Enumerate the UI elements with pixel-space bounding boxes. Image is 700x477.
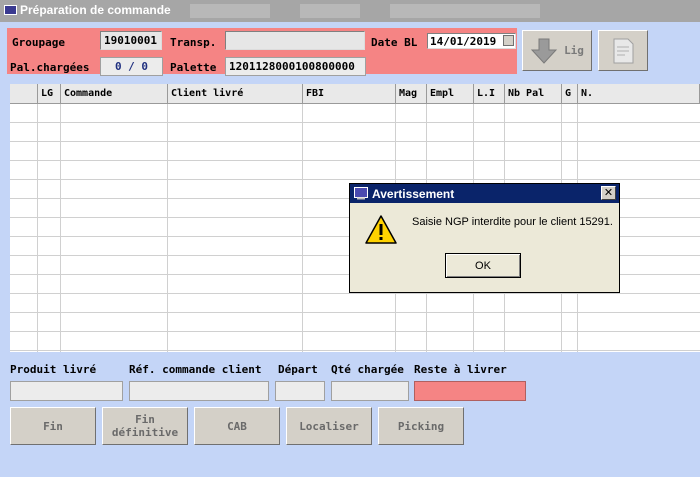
lig-button[interactable]: Lig bbox=[522, 30, 592, 71]
column-header[interactable]: Commande bbox=[61, 84, 168, 104]
groupage-label: Groupage bbox=[12, 36, 65, 49]
column-header[interactable]: FBI bbox=[303, 84, 396, 104]
localiser-button[interactable]: Localiser bbox=[286, 407, 372, 445]
reste-label: Reste à livrer bbox=[414, 363, 507, 376]
ref-commande-field[interactable] bbox=[129, 381, 269, 401]
transp-field[interactable] bbox=[225, 31, 365, 50]
table-row[interactable] bbox=[10, 142, 700, 161]
table-row[interactable] bbox=[10, 123, 700, 142]
column-header[interactable]: Empl bbox=[427, 84, 474, 104]
warning-dialog: Avertissement ✕ Saisie NGP interdite pou… bbox=[349, 183, 620, 293]
ok-button[interactable]: OK bbox=[445, 253, 521, 278]
pal-chargees-field: 0 / 0 bbox=[100, 57, 163, 76]
fin-button[interactable]: Fin bbox=[10, 407, 96, 445]
picking-button[interactable]: Picking bbox=[378, 407, 464, 445]
column-header[interactable]: G bbox=[562, 84, 578, 104]
window-titlebar: Préparation de commande bbox=[0, 0, 700, 22]
column-header[interactable]: LG bbox=[38, 84, 61, 104]
column-divider bbox=[60, 104, 61, 352]
depart-field[interactable] bbox=[275, 381, 325, 401]
blurred-region bbox=[300, 4, 360, 18]
column-divider bbox=[37, 104, 38, 352]
table-row[interactable] bbox=[10, 313, 700, 332]
date-bl-value: 14/01/2019 bbox=[430, 35, 497, 48]
column-header[interactable]: Mag bbox=[396, 84, 427, 104]
qte-chargee-field[interactable] bbox=[331, 381, 409, 401]
fin-definitive-button[interactable]: Fin définitive bbox=[102, 407, 188, 445]
dialog-message: Saisie NGP interdite pour le client 1529… bbox=[412, 216, 613, 228]
dialog-titlebar: Avertissement ✕ bbox=[350, 184, 619, 203]
produit-livre-label: Produit livré bbox=[10, 363, 97, 376]
table-row[interactable] bbox=[10, 294, 700, 313]
column-header[interactable] bbox=[10, 84, 38, 104]
cab-button[interactable]: CAB bbox=[194, 407, 280, 445]
column-header[interactable]: Client livré bbox=[168, 84, 303, 104]
depart-label: Départ bbox=[278, 363, 318, 376]
qte-chargee-label: Qté chargée bbox=[331, 363, 404, 376]
blurred-region bbox=[190, 4, 270, 18]
palette-label: Palette bbox=[170, 61, 217, 74]
warning-icon bbox=[365, 215, 397, 244]
date-bl-field[interactable]: 14/01/2019 bbox=[427, 33, 516, 49]
window-icon bbox=[4, 5, 17, 15]
pal-chargees-label: Pal.chargées bbox=[10, 61, 90, 74]
reste-field[interactable] bbox=[414, 381, 526, 401]
dialog-title: Avertissement bbox=[372, 187, 455, 201]
column-header[interactable]: N. bbox=[578, 84, 700, 104]
column-header[interactable]: Nb Pal bbox=[505, 84, 562, 104]
blurred-region bbox=[390, 4, 540, 18]
groupage-field[interactable]: 19010001 bbox=[100, 31, 162, 50]
table-row[interactable] bbox=[10, 332, 700, 351]
document-icon bbox=[613, 38, 634, 63]
dialog-app-icon bbox=[354, 187, 368, 200]
column-divider bbox=[302, 104, 303, 352]
dialog-close-button[interactable]: ✕ bbox=[601, 186, 616, 200]
produit-livre-field[interactable] bbox=[10, 381, 123, 401]
table-row[interactable] bbox=[10, 161, 700, 180]
column-divider bbox=[167, 104, 168, 352]
calendar-dropdown-icon[interactable] bbox=[503, 35, 514, 46]
transp-label: Transp. bbox=[170, 36, 217, 49]
ref-commande-label: Réf. commande client bbox=[129, 363, 262, 376]
palette-field[interactable]: 1201128000100800000 bbox=[225, 57, 366, 76]
document-button[interactable] bbox=[598, 30, 648, 71]
table-row[interactable] bbox=[10, 104, 700, 123]
column-header[interactable]: L.I bbox=[474, 84, 505, 104]
date-bl-label: Date BL bbox=[371, 36, 418, 49]
lig-label: Lig bbox=[564, 44, 584, 57]
arrow-down-icon bbox=[530, 38, 558, 64]
window-title: Préparation de commande bbox=[20, 3, 171, 17]
